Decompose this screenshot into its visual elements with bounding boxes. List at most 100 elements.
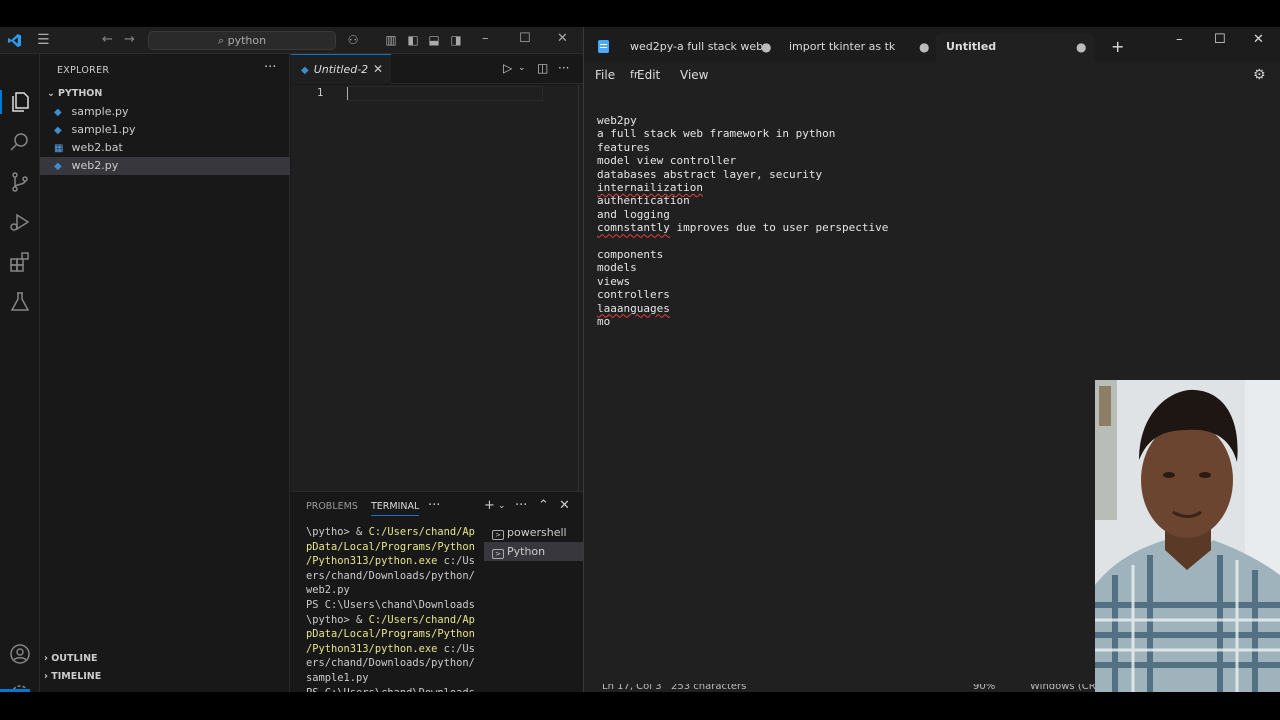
terminal-text: sample1.py — [306, 671, 369, 684]
file-item-web2-bat[interactable]: ▦ web2.bat — [40, 139, 290, 157]
notepad-line: views — [597, 275, 888, 288]
notepad-menubar: File Edit View ⚙ — [584, 61, 1280, 89]
terminal-line: /Python313/python.exe c:/Us — [306, 642, 476, 657]
line-text: model view controller — [597, 154, 737, 168]
chevron-down-icon[interactable]: ⌄ — [498, 501, 506, 511]
run-python-file-icon[interactable]: ▷ — [503, 61, 512, 75]
notepad-line: web2py — [597, 114, 888, 127]
source-control-icon[interactable] — [8, 170, 32, 194]
file-item-sample-py[interactable]: ◆ sample.py — [40, 103, 290, 121]
misspelled-word: internailization — [597, 181, 703, 195]
terminal-text: web2.py — [306, 584, 350, 597]
more-actions-icon[interactable]: ··· — [515, 498, 527, 513]
cursor-position: Ln 17, Col 3 — [602, 684, 662, 692]
command-center-search[interactable]: ⌕ python — [148, 31, 336, 50]
toggle-secondary-sidebar-icon[interactable]: ◨ — [449, 33, 463, 47]
terminal-item-python[interactable]: > Python — [484, 542, 583, 561]
toggle-panel-icon[interactable]: ⬓ — [427, 33, 441, 47]
menu-view[interactable]: View — [680, 68, 708, 82]
new-tab-plus-icon[interactable]: + — [1111, 37, 1124, 56]
account-icon[interactable] — [8, 642, 32, 666]
tab-problems[interactable]: PROBLEMS — [306, 501, 358, 512]
terminal-text: c:/Us — [437, 555, 475, 568]
explorer-icon[interactable] — [8, 90, 32, 114]
copilot-icon[interactable]: ⚇ — [346, 33, 360, 47]
line-ending[interactable]: Windows (CRL — [1030, 684, 1101, 692]
line-text: a full stack web framework in python — [597, 127, 836, 141]
more-actions-icon[interactable]: ··· — [428, 498, 440, 513]
notepad-line: model view controller — [597, 154, 888, 167]
search-icon[interactable] — [8, 130, 32, 154]
file-item-web2-py[interactable]: ◆ web2.py — [40, 157, 290, 175]
testing-flask-icon[interactable] — [8, 290, 32, 314]
python-file-icon: ◆ — [54, 125, 62, 136]
maximize-icon[interactable]: ☐ — [519, 31, 531, 46]
notepad-line: databases abstract layer, security — [597, 168, 888, 181]
settings-gear-icon[interactable]: ⚙ — [1253, 67, 1266, 83]
close-icon[interactable]: ✕ — [557, 31, 568, 46]
more-actions-icon[interactable]: ··· — [264, 60, 276, 75]
tab-untitled-2[interactable]: ◆ Untitled-2 ✕ — [291, 54, 391, 84]
folder-header-python[interactable]: ⌄ PYTHON — [44, 85, 290, 103]
webcam-overlay — [1095, 380, 1280, 692]
minimize-icon[interactable]: – — [1176, 32, 1183, 47]
tab-terminal[interactable]: TERMINAL — [371, 501, 420, 516]
hamburger-menu-icon[interactable]: ☰ — [37, 32, 50, 48]
split-editor-icon[interactable]: ◫ — [537, 61, 548, 75]
terminal-path-highlight: C:/Users/chand/Ap — [368, 613, 475, 626]
maximize-panel-chevron-up-icon[interactable]: ⌃ — [538, 498, 549, 513]
minimize-icon[interactable]: – — [482, 31, 489, 46]
outline-section-header[interactable]: › OUTLINE — [44, 650, 98, 668]
chevron-down-icon[interactable]: ⌄ — [518, 63, 526, 73]
file-item-sample1-py[interactable]: ◆ sample1.py — [40, 121, 290, 139]
line-text: models — [597, 261, 637, 275]
line-text: databases abstract layer, security — [597, 167, 823, 181]
new-terminal-plus-icon[interactable]: + — [484, 498, 495, 513]
extensions-icon[interactable] — [8, 250, 32, 274]
terminal-line: /Python313/python.exe c:/Us — [306, 554, 476, 569]
terminal-text: ers/chand/Downloads/python/ — [306, 657, 475, 670]
code-editor[interactable]: 1 — [291, 85, 583, 491]
terminal-item-powershell[interactable]: > powershell — [484, 523, 583, 542]
sidebar-title: EXPLORER — [57, 65, 110, 76]
notepad-text-area[interactable]: web2py a full stack web framework in pyth… — [597, 114, 888, 329]
back-arrow-icon[interactable]: ← — [102, 32, 113, 47]
notepad-line — [597, 235, 888, 248]
notepad-line: mo — [597, 315, 888, 328]
line-text: features — [597, 140, 650, 154]
close-panel-icon[interactable]: ✕ — [559, 498, 570, 513]
terminal-icon: > — [492, 549, 504, 559]
zoom-level[interactable]: 90% — [973, 684, 995, 692]
customize-layout-icon[interactable]: ▥ — [384, 33, 398, 47]
more-actions-icon[interactable]: ··· — [558, 61, 569, 75]
run-debug-icon[interactable] — [8, 210, 32, 234]
terminal-line: \pytho> & C:/Users/chand/Ap — [306, 525, 476, 540]
timeline-section-header[interactable]: › TIMELINE — [44, 668, 101, 686]
terminal-path-highlight: /Python313/python.exe — [306, 555, 438, 568]
line-text: views — [597, 274, 631, 288]
active-indicator — [0, 90, 2, 114]
terminal-line: pData/Local/Programs/Python — [306, 627, 476, 642]
terminal-text: ers/chand/Downloads/python/ — [306, 569, 475, 582]
notepad-tab-wed2py[interactable]: wed2py-a full stack web fr ● — [620, 33, 771, 81]
menu-file[interactable]: File — [595, 68, 615, 82]
activity-bar — [0, 54, 40, 703]
vscode-logo-icon — [7, 33, 22, 48]
menu-edit[interactable]: Edit — [637, 68, 660, 82]
terminal-path-highlight: /Python313/python.exe — [306, 642, 438, 655]
terminal-output[interactable]: \pytho> & C:/Users/chand/Ap pData/Local/P… — [306, 525, 476, 715]
vscode-window: ☰ ← → ⌕ python ⚇ ▥ ◧ ⬓ ◨ – ☐ ✕ EXPLORER … — [0, 27, 583, 713]
close-icon[interactable]: ✕ — [1253, 32, 1264, 47]
forward-arrow-icon[interactable]: → — [124, 32, 135, 47]
close-tab-icon[interactable]: ✕ — [373, 55, 383, 84]
notepad-tab-import-tkinter[interactable]: import tkinter as tk ● — [779, 33, 929, 61]
terminal-text: \pytho> & — [306, 613, 369, 626]
terminal-line: PS C:\Users\chand\Downloads — [306, 598, 476, 613]
notepad-tab-untitled[interactable]: Untitled ● — [936, 33, 1094, 61]
maximize-icon[interactable]: ☐ — [1214, 32, 1226, 47]
character-count: 253 characters — [671, 684, 747, 692]
text-cursor — [347, 87, 348, 100]
notepad-line: comnstantly improves due to user perspec… — [597, 221, 888, 234]
toggle-primary-sidebar-icon[interactable]: ◧ — [406, 33, 420, 47]
python-file-icon: ◆ — [54, 107, 62, 118]
